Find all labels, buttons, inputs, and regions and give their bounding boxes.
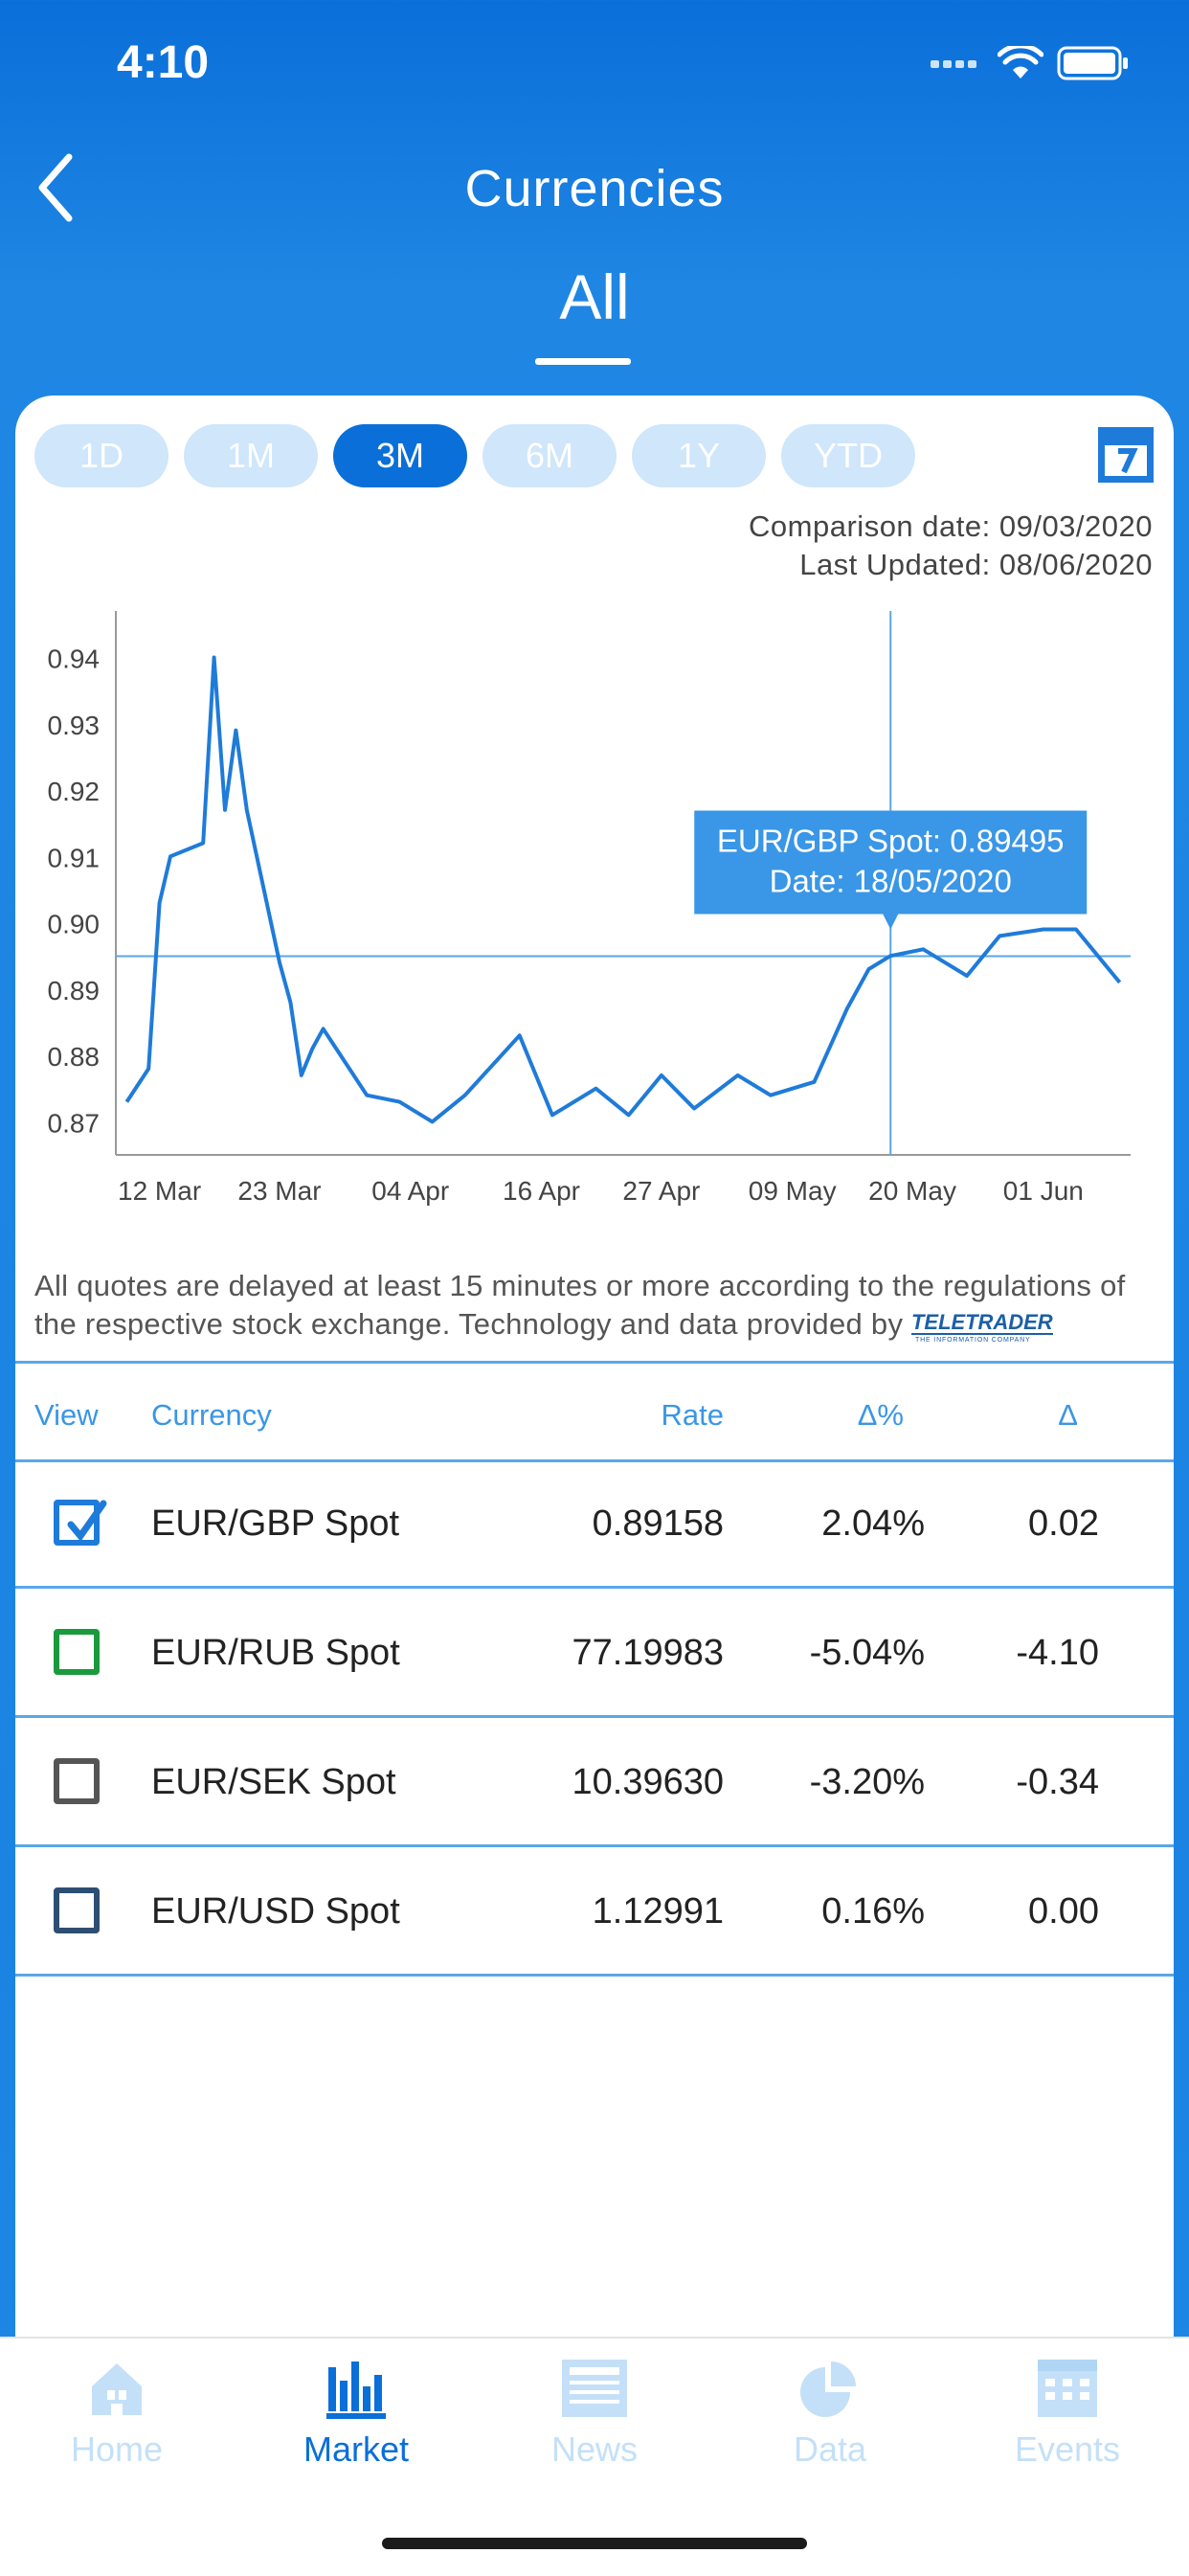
table-header: View Currency Rate Δ% Δ — [15, 1361, 1174, 1462]
pct-change: -5.04% — [809, 1633, 925, 1673]
y-tick-label: 0.92 — [48, 777, 101, 806]
range-ytd[interactable]: YTD — [781, 424, 915, 487]
teletrader-logo: TELETRADER THE INFORMATION COMPANY — [911, 1310, 1054, 1343]
x-tick-label: 20 May — [868, 1176, 956, 1206]
chart-meta: Comparison date: 09/03/2020 Last Updated… — [749, 508, 1153, 584]
y-tick-label: 0.93 — [48, 711, 101, 740]
tab-home[interactable]: Home — [21, 2358, 213, 2470]
table-row[interactable]: EUR/GBP Spot 0.89158 2.04% 0.02 — [15, 1459, 1174, 1589]
col-currency: Currency — [151, 1398, 272, 1432]
tab-data[interactable]: Data — [734, 2358, 926, 2470]
wifi-icon — [998, 46, 1043, 79]
tooltip-line-2: Date: 18/05/2020 — [770, 864, 1012, 899]
status-icons — [931, 46, 1130, 80]
last-updated: Last Updated: 08/06/2020 — [799, 548, 1153, 581]
y-tick-label: 0.89 — [48, 976, 101, 1006]
range-6m[interactable]: 6M — [482, 424, 617, 487]
svg-text:THE INFORMATION COMPANY: THE INFORMATION COMPANY — [915, 1337, 1030, 1343]
calendar-icon — [1038, 2360, 1097, 2417]
currency-name: EUR/RUB Spot — [151, 1633, 400, 1673]
price-chart[interactable]: 0.94 0.93 0.92 0.91 0.90 0.89 0.88 0.87 12 Mar 2… — [15, 587, 1174, 1257]
tab-news[interactable]: News — [499, 2358, 690, 2470]
svg-text:TELETRADER: TELETRADER — [911, 1310, 1053, 1334]
x-tick-label: 01 Jun — [1003, 1176, 1084, 1206]
pie-chart-icon — [800, 2361, 856, 2417]
col-pct: Δ% — [857, 1398, 904, 1432]
x-tick-label: 27 Apr — [622, 1176, 700, 1206]
rate-value: 0.89158 — [592, 1503, 724, 1544]
newspaper-icon — [562, 2360, 627, 2417]
pct-change: 0.16% — [821, 1891, 925, 1932]
y-tick-label: 0.87 — [48, 1108, 101, 1138]
comparison-date: Comparison date: 09/03/2020 — [749, 509, 1153, 543]
x-tick-label: 12 Mar — [118, 1176, 201, 1206]
tab-news-label: News — [550, 2429, 639, 2469]
content-card: 1D 1M 3M 6M 1Y YTD Comparison date: 09/03/202… — [15, 395, 1174, 2339]
tab-home-label: Home — [70, 2429, 164, 2469]
abs-change: 0.00 — [1028, 1891, 1099, 1932]
disclaimer: All quotes are delayed at least 15 minut… — [34, 1267, 1164, 1344]
y-tick-label: 0.88 — [48, 1042, 101, 1072]
status-time: 4:10 — [117, 37, 210, 88]
abs-change: -4.10 — [1016, 1633, 1099, 1673]
col-view: View — [34, 1398, 99, 1432]
calendar-picker-icon[interactable] — [1097, 426, 1155, 484]
series-checkbox[interactable] — [54, 1629, 100, 1675]
x-tick-label: 23 Mar — [237, 1176, 321, 1206]
page-title: Currencies — [464, 160, 725, 217]
segment-all[interactable]: All — [0, 260, 1189, 333]
home-icon — [92, 2363, 142, 2415]
table-row[interactable]: EUR/SEK Spot 10.39630 -3.20% -0.34 — [15, 1718, 1174, 1847]
series-checkbox[interactable] — [54, 1887, 100, 1933]
rate-value: 77.19983 — [572, 1633, 725, 1673]
pct-change: 2.04% — [821, 1503, 925, 1544]
currency-name: EUR/SEK Spot — [151, 1762, 396, 1802]
range-1d[interactable]: 1D — [34, 424, 168, 487]
x-tick-label: 16 Apr — [503, 1176, 580, 1206]
abs-change: -0.34 — [1016, 1762, 1099, 1802]
y-tick-label: 0.91 — [48, 843, 101, 872]
tooltip: EUR/GBP Spot: 0.89495 Date: 18/05/2020 — [694, 810, 1088, 930]
tooltip-line-1: EUR/GBP Spot: 0.89495 — [717, 824, 1065, 859]
rate-value: 10.39630 — [572, 1762, 725, 1802]
y-tick-label: 0.94 — [48, 644, 101, 673]
col-rate: Rate — [661, 1398, 724, 1432]
bar-chart-icon — [326, 2361, 386, 2419]
abs-change: 0.02 — [1028, 1503, 1099, 1544]
tab-events[interactable]: Events — [972, 2358, 1163, 2470]
currency-name: EUR/USD Spot — [151, 1891, 400, 1932]
currency-name: EUR/GBP Spot — [151, 1503, 400, 1544]
table-row[interactable]: EUR/RUB Spot 77.19983 -5.04% -4.10 — [15, 1589, 1174, 1718]
tab-market-label: Market — [303, 2429, 410, 2469]
table-row[interactable]: EUR/USD Spot 1.12991 0.16% 0.00 — [15, 1847, 1174, 1977]
tab-market[interactable]: Market — [260, 2358, 452, 2470]
x-tick-label: 04 Apr — [371, 1176, 449, 1206]
tab-data-label: Data — [793, 2429, 867, 2469]
cellular-signal-icon — [931, 60, 976, 68]
range-1m[interactable]: 1M — [184, 424, 318, 487]
series-checkbox[interactable] — [54, 1500, 107, 1546]
segment-underline — [535, 358, 631, 365]
range-1y[interactable]: 1Y — [632, 424, 766, 487]
col-delta: Δ — [1058, 1398, 1078, 1432]
pct-change: -3.20% — [809, 1762, 925, 1802]
rate-value: 1.12991 — [592, 1891, 724, 1932]
tab-events-label: Events — [1014, 2429, 1121, 2469]
home-indicator — [382, 2538, 807, 2549]
battery-icon — [1057, 46, 1128, 80]
series-checkbox[interactable] — [54, 1758, 100, 1804]
y-tick-label: 0.90 — [48, 910, 101, 939]
range-3m[interactable]: 3M — [333, 424, 467, 487]
x-tick-label: 09 May — [749, 1176, 837, 1206]
range-selector: 1D 1M 3M 6M 1Y YTD — [34, 424, 915, 487]
